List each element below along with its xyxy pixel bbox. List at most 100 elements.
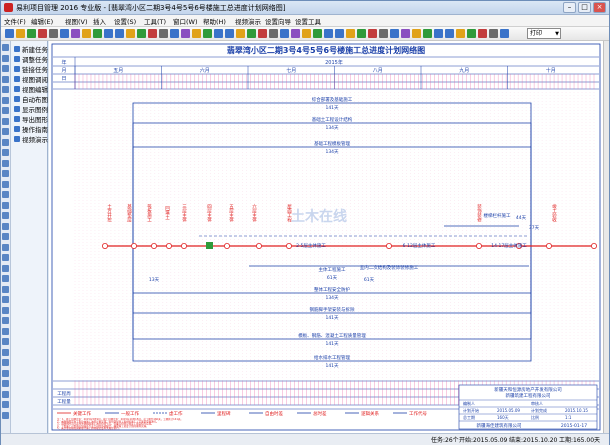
side-tool-icon[interactable] [2,243,9,251]
side-tool-icon[interactable] [2,254,9,261]
toolbar-button-icon[interactable] [159,29,168,38]
close-button[interactable]: × [593,2,606,13]
menu-tools[interactable]: 工具(T) [144,16,166,26]
toolbar-button-icon[interactable] [324,29,333,38]
side-tool-icon[interactable] [2,380,9,387]
toolbar-button-icon[interactable] [181,29,190,38]
side-tool-icon[interactable] [2,275,9,282]
side-tool-icon[interactable] [2,233,9,240]
minimize-button[interactable]: – [563,2,576,13]
side-tool-icon[interactable] [2,296,9,303]
toolbar-button-icon[interactable] [456,29,465,38]
side-tool-icon[interactable] [2,348,9,356]
toolbar-button-icon[interactable] [93,29,102,38]
side-tool-icon[interactable] [2,96,9,104]
toolbar-button-icon[interactable] [38,29,47,38]
toolbar-button-icon[interactable] [71,29,80,38]
toolbar-button-icon[interactable] [423,29,432,38]
toolbar-button-icon[interactable] [137,29,146,38]
toolbar-button-icon[interactable] [280,29,289,38]
side-tool-icon[interactable] [2,369,9,377]
side-tool-icon[interactable] [2,338,9,345]
menu-insert[interactable]: 插入 [93,16,106,26]
toolbar-button-icon[interactable] [500,29,509,38]
toolbar-button-icon[interactable] [445,29,454,38]
toolbar-button-icon[interactable] [214,29,223,38]
toolbar-button-icon[interactable] [5,29,14,38]
side-tool-icon[interactable] [2,359,9,366]
side-tool-icon[interactable] [2,128,9,135]
toolbar-button-icon[interactable] [478,29,487,38]
side-tool-icon[interactable] [2,65,9,72]
side-tool-icon[interactable] [2,138,9,146]
side-tool-icon[interactable] [2,411,9,419]
menu-view[interactable]: 视图(V) [65,16,88,26]
toolbar-button-icon[interactable] [148,29,157,38]
side-tool-icon[interactable] [2,285,9,293]
side-tool-icon[interactable] [2,264,9,272]
menu-window[interactable]: 窗口(W) [173,16,198,26]
toolbar-button-icon[interactable] [170,29,179,38]
toolbar-button-icon[interactable] [258,29,267,38]
toolbar-button-icon[interactable] [269,29,278,38]
toolbar-button-icon[interactable] [379,29,388,38]
side-tool-icon[interactable] [2,212,9,219]
toolbar-button-icon[interactable] [401,29,410,38]
side-tool-icon[interactable] [2,117,9,125]
view-select[interactable]: 打印 ▼ [527,28,561,39]
side-tool-icon[interactable] [2,75,9,83]
side-tool-icon[interactable] [2,54,9,62]
toolbar-button-icon[interactable] [247,29,256,38]
toolbar-button-icon[interactable] [346,29,355,38]
menu-setup-wizard[interactable]: 设置向导 [265,16,291,26]
toolbar-button-icon[interactable] [82,29,91,38]
side-tool-icon[interactable] [2,86,9,93]
toolbar-button-icon[interactable] [467,29,476,38]
side-tool-icon[interactable] [2,191,9,198]
toolbar-button-icon[interactable] [390,29,399,38]
side-tool-icon[interactable] [2,170,9,177]
side-tool-icon[interactable] [2,222,9,230]
toolbar-button-icon[interactable] [115,29,124,38]
menu-edit[interactable]: 编辑(E) [31,16,53,26]
toolbar-button-icon[interactable] [489,29,498,38]
toolbar-button-icon[interactable] [203,29,212,38]
side-tool-icon[interactable] [2,306,9,314]
toolbar-button-icon[interactable] [291,29,300,38]
toolbar-button-icon[interactable] [357,29,366,38]
side-tool-icon[interactable] [2,107,9,114]
toolbar-button-icon[interactable] [412,29,421,38]
legend-label: 总时差 [313,410,327,417]
toolbar-button-icon[interactable] [302,29,311,38]
vertical-scrollbar[interactable] [603,41,609,433]
menu-video-demo[interactable]: 视频演示 [235,16,261,26]
side-tool-icon[interactable] [2,149,9,156]
toolbar-button-icon[interactable] [368,29,377,38]
toolbar-button-icon[interactable] [49,29,58,38]
toolbar-button-icon[interactable] [126,29,135,38]
side-tool-icon[interactable] [2,401,9,408]
toolbar-button-icon[interactable] [192,29,201,38]
side-tool-icon[interactable] [2,201,9,209]
toolbar-button-icon[interactable] [104,29,113,38]
toolbar-button-icon[interactable] [434,29,443,38]
toolbar-button-icon[interactable] [313,29,322,38]
side-tool-icon[interactable] [2,180,9,188]
side-tool-icon[interactable] [2,327,9,335]
menu-setup-tools[interactable]: 设置工具 [295,16,321,26]
menu-file[interactable]: 文件(F) [4,16,26,26]
toolbar-button-icon[interactable] [236,29,245,38]
toolbar-button-icon[interactable] [60,29,69,38]
network-diagram-canvas[interactable]: 翡翠湾小区二期3号4号5号6号楼施工总进度计划网络图 年月日 2015年 五月 六月 七… [49,41,603,433]
toolbar-button-icon[interactable] [27,29,36,38]
side-tool-icon[interactable] [2,317,9,324]
side-tool-icon[interactable] [2,390,9,398]
toolbar-button-icon[interactable] [225,29,234,38]
maximize-button[interactable]: □ [578,2,591,13]
toolbar-button-icon[interactable] [335,29,344,38]
side-tool-icon[interactable] [2,44,9,51]
toolbar-button-icon[interactable] [16,29,25,38]
menu-help[interactable]: 帮助(H) [203,16,226,26]
side-tool-icon[interactable] [2,159,9,167]
menu-settings[interactable]: 设置(S) [114,16,136,26]
